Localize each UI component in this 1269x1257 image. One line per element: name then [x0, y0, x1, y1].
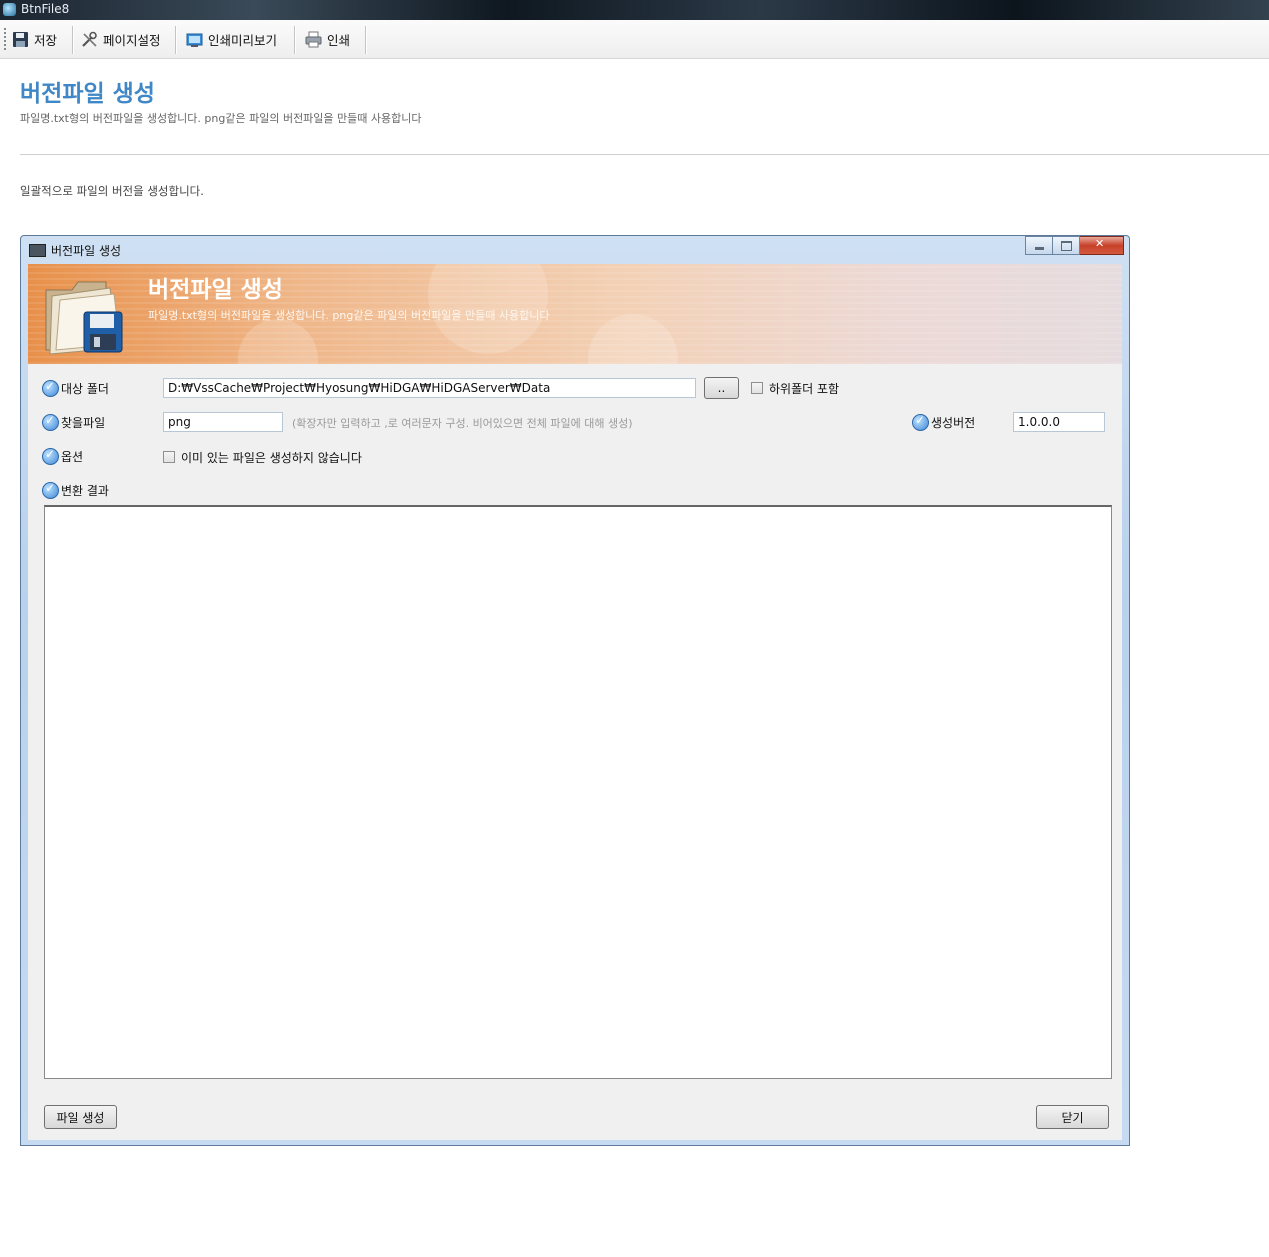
check-icon	[42, 481, 59, 499]
page-description: 일괄적으로 파일의 버전을 생성합니다.	[20, 184, 204, 198]
toolbar-grip[interactable]	[4, 28, 6, 50]
toolbar-separator	[365, 26, 366, 54]
check-icon	[42, 447, 59, 465]
result-label: 변환 결과	[42, 481, 109, 499]
toolbar-separator	[72, 26, 73, 54]
tools-icon	[81, 31, 98, 48]
create-file-button[interactable]: 파일 생성	[44, 1105, 117, 1129]
dialog-client-area: 버전파일 생성 파일명.txt형의 버전파일을 생성합니다. png같은 파일의…	[28, 264, 1122, 1140]
page-setup-label: 페이지설정	[103, 32, 161, 48]
app-title: BtnFile8	[21, 2, 70, 16]
maximize-button[interactable]	[1053, 236, 1080, 255]
app-icon	[3, 3, 16, 16]
banner-subtitle: 파일명.txt형의 버전파일을 생성합니다. png같은 파일의 버전파일을 만…	[148, 309, 550, 322]
print-preview-label: 인쇄미리보기	[208, 32, 278, 48]
page-setup-button[interactable]: 페이지설정	[81, 26, 161, 52]
page-subtitle: 파일명.txt형의 버전파일을 생성합니다. png같은 파일의 버전파일을 만…	[20, 112, 422, 125]
version-file-dialog: 버전파일 생성 버전파일 생성 파일명.txt	[20, 235, 1130, 1146]
close-window-button[interactable]	[1080, 236, 1124, 255]
print-preview-icon	[186, 31, 203, 48]
divider	[20, 154, 1269, 155]
banner-title: 버전파일 생성	[148, 277, 283, 303]
include-subfolders-label: 하위폴더 포함	[769, 382, 840, 396]
toolbar-separator	[294, 26, 295, 54]
save-button[interactable]: 저장	[12, 26, 57, 52]
find-file-hint: (확장자만 입력하고 ,로 여러문자 구성. 비어있으면 전체 파일에 대해 생…	[292, 417, 633, 430]
check-icon	[42, 413, 59, 431]
toolbar: 저장 페이지설정 인쇄미리보기 인쇄	[0, 20, 1269, 59]
skip-existing-checkbox[interactable]	[163, 451, 175, 463]
minimize-button[interactable]	[1025, 236, 1053, 255]
floppy-disk-icon	[12, 31, 29, 48]
app-titlebar: BtnFile8	[0, 0, 1269, 20]
check-icon	[912, 413, 929, 431]
gen-version-label: 생성버전	[912, 413, 975, 431]
gen-version-input[interactable]	[1013, 412, 1105, 432]
dialog-title: 버전파일 생성	[51, 244, 122, 258]
skip-existing-label: 이미 있는 파일은 생성하지 않습니다	[181, 451, 362, 465]
toolbar-separator	[175, 26, 176, 54]
dialog-banner: 버전파일 생성 파일명.txt형의 버전파일을 생성합니다. png같은 파일의…	[28, 264, 1122, 364]
folder-floppy-icon	[40, 270, 128, 361]
find-file-label: 찾을파일	[42, 413, 105, 431]
print-button[interactable]: 인쇄	[305, 26, 350, 52]
save-label: 저장	[34, 32, 58, 48]
target-folder-input[interactable]	[163, 378, 696, 398]
browse-folder-button[interactable]: ..	[704, 377, 739, 399]
printer-icon	[305, 31, 322, 48]
window-controls	[1025, 236, 1124, 255]
result-textarea[interactable]	[44, 505, 1112, 1079]
target-folder-label: 대상 폴더	[42, 379, 109, 397]
include-subfolders-checkbox[interactable]	[751, 382, 763, 394]
page-title: 버전파일 생성	[20, 81, 155, 107]
find-file-input[interactable]	[163, 412, 283, 432]
option-label: 옵션	[42, 447, 83, 465]
print-label: 인쇄	[327, 32, 351, 48]
print-preview-button[interactable]: 인쇄미리보기	[186, 26, 277, 52]
close-button[interactable]: 닫기	[1036, 1105, 1109, 1129]
check-icon	[42, 379, 59, 397]
window-icon	[29, 244, 46, 257]
